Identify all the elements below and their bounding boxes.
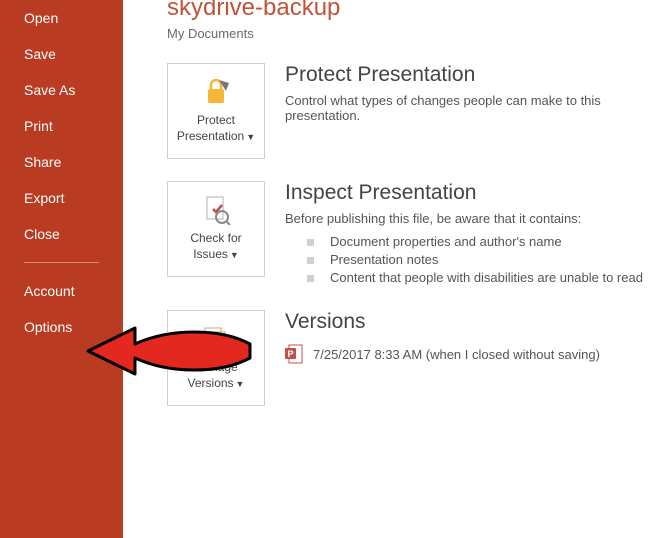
protect-presentation-button[interactable]: ProtectPresentation▼ [167, 63, 265, 159]
chevron-down-icon: ▼ [246, 132, 255, 142]
sidebar-item-label: Print [0, 108, 123, 144]
sidebar-item-label: Share [0, 144, 123, 180]
chevron-down-icon: ▼ [230, 250, 239, 260]
lock-icon [199, 77, 233, 107]
sidebar-item-label: Save [0, 36, 123, 72]
section-desc: Control what types of changes people can… [285, 93, 653, 123]
check-for-issues-button[interactable]: Check forIssues▼ [167, 181, 265, 277]
bullet-item: Document properties and author's name [285, 234, 643, 249]
bullet-icon [307, 257, 314, 264]
sidebar-item-label: Close [0, 216, 123, 252]
sidebar-item-account[interactable]: Account [0, 273, 123, 309]
versions-section: ManageVersions▼ Versions P 7/25/2017 8:3… [167, 310, 653, 406]
sidebar-item-close[interactable]: Close [0, 216, 123, 252]
sidebar-item-save-as[interactable]: Save As [0, 72, 123, 108]
info-panel: skydrive-backup My Documents ProtectPres… [123, 0, 653, 538]
file-location: My Documents [167, 26, 653, 41]
bullet-item: Content that people with disabilities ar… [285, 270, 643, 285]
powerpoint-file-icon: P [285, 344, 303, 364]
file-title: skydrive-backup [167, 0, 653, 22]
tile-label: ManageVersions▼ [188, 360, 245, 391]
bullet-icon [307, 275, 314, 282]
sidebar-item-options[interactable]: Options [0, 309, 123, 345]
sidebar-item-label: Options [0, 309, 123, 345]
protect-info: Protect Presentation Control what types … [285, 63, 653, 159]
version-entry[interactable]: P 7/25/2017 8:33 AM (when I closed witho… [285, 344, 600, 364]
bullet-icon [307, 239, 314, 246]
inspect-section: Check forIssues▼ Inspect Presentation Be… [167, 181, 653, 288]
tile-label: ProtectPresentation▼ [177, 113, 255, 144]
inspect-bullets: Document properties and author's name Pr… [285, 234, 643, 285]
sidebar-item-export[interactable]: Export [0, 180, 123, 216]
bullet-item: Presentation notes [285, 252, 643, 267]
chevron-down-icon: ▼ [236, 379, 245, 389]
versions-icon [199, 324, 233, 354]
sidebar-item-share[interactable]: Share [0, 144, 123, 180]
protect-section: ProtectPresentation▼ Protect Presentatio… [167, 63, 653, 159]
sidebar-item-print[interactable]: Print [0, 108, 123, 144]
sidebar-item-save[interactable]: Save [0, 36, 123, 72]
svg-text:P: P [287, 349, 293, 359]
inspect-info: Inspect Presentation Before publishing t… [285, 181, 643, 288]
backstage-sidebar: Open Save Save As Print Share Export Clo… [0, 0, 123, 538]
sidebar-item-label: Export [0, 180, 123, 216]
document-check-icon [199, 195, 233, 225]
section-heading: Versions [285, 310, 600, 334]
tile-label: Check forIssues▼ [190, 231, 241, 262]
section-desc: Before publishing this file, be aware th… [285, 211, 643, 226]
sidebar-item-label: Open [0, 0, 123, 36]
sidebar-item-label: Account [0, 273, 123, 309]
sidebar-item-label: Save As [0, 72, 123, 108]
sidebar-item-open[interactable]: Open [0, 0, 123, 36]
versions-info: Versions P 7/25/2017 8:33 AM (when I clo… [285, 310, 600, 406]
section-heading: Protect Presentation [285, 63, 653, 87]
version-label: 7/25/2017 8:33 AM (when I closed without… [313, 347, 600, 362]
section-heading: Inspect Presentation [285, 181, 643, 205]
sidebar-divider [24, 262, 99, 263]
manage-versions-button[interactable]: ManageVersions▼ [167, 310, 265, 406]
